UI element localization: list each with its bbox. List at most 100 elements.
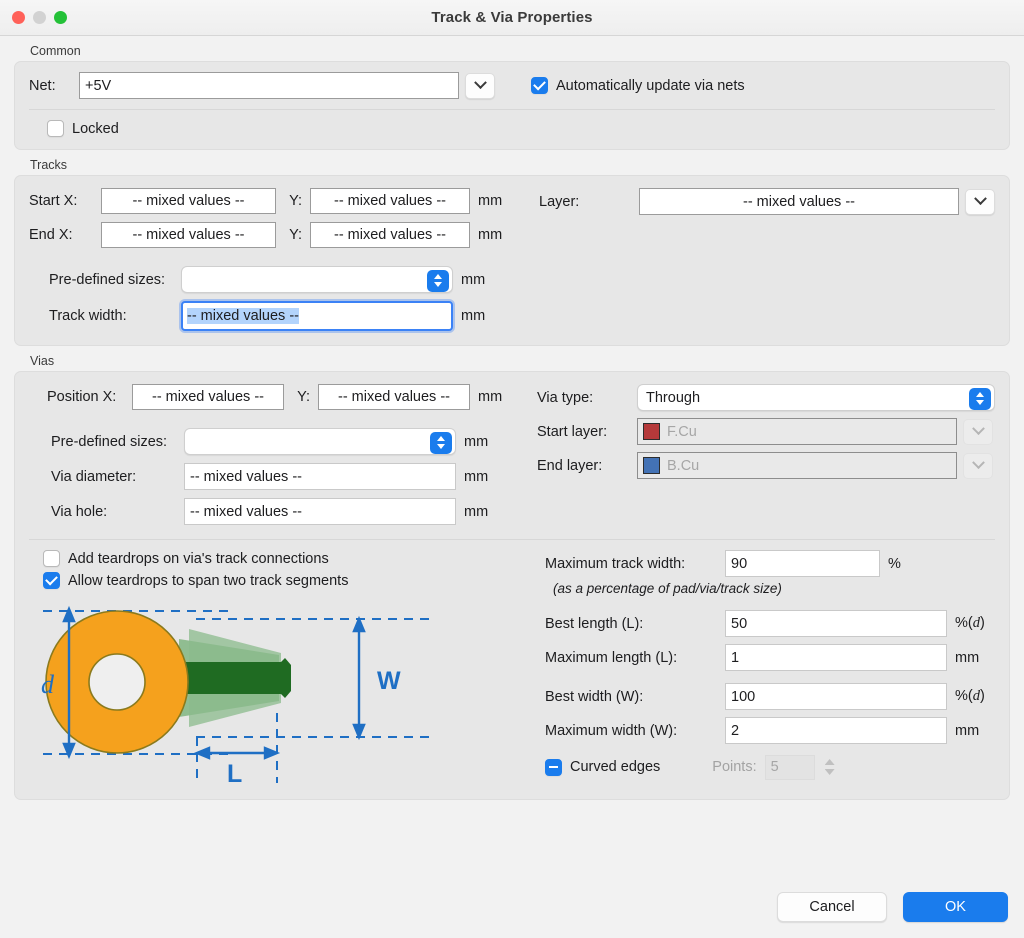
track-width-value: -- mixed values -- (187, 308, 299, 324)
window-controls (12, 11, 67, 24)
track-predefined-label: Pre-defined sizes: (49, 271, 166, 288)
via-diameter-label: Via diameter: (51, 468, 137, 485)
teardrops-section: Add teardrops on via's track connections… (29, 550, 995, 787)
via-diameter-input[interactable]: -- mixed values -- (184, 463, 456, 490)
net-label: Net: (29, 77, 56, 94)
end-y-input[interactable]: -- mixed values -- (310, 222, 470, 248)
dialog-content: Common Net: +5V Automatically update via… (0, 36, 1024, 800)
best-width-input[interactable]: 100 (725, 683, 947, 710)
via-predefined-select[interactable] (184, 428, 456, 455)
common-separator (29, 109, 995, 110)
track-layer-row: Layer: -- mixed values -- (539, 188, 995, 215)
track-end-row: End X: -- mixed values -- Y: -- mixed va… (29, 222, 523, 248)
vias-panel: Position X: -- mixed values -- Y: -- mix… (14, 371, 1010, 800)
points-stepper (821, 754, 839, 780)
teardrops-right-column: Maximum track width: 90 % (as a percenta… (539, 550, 995, 787)
end-layer-dropdown-button (963, 452, 993, 479)
teardrops-left-column: Add teardrops on via's track connections… (29, 550, 539, 787)
track-start-row: Start X: -- mixed values -- Y: -- mixed … (29, 188, 523, 214)
via-hole-unit: mm (464, 503, 489, 520)
percentage-note: (as a percentage of pad/via/track size) (553, 581, 782, 596)
points-label: Points: (712, 759, 757, 775)
track-predefined-select[interactable] (181, 266, 453, 293)
position-x-input[interactable]: -- mixed values -- (132, 384, 284, 410)
end-y-label: Y: (289, 227, 302, 243)
stepper-icon (430, 431, 452, 454)
position-unit-label: mm (478, 389, 503, 405)
locked-label: Locked (72, 120, 119, 137)
end-layer-label: End layer: (537, 457, 603, 474)
auto-update-via-nets-checkbox[interactable]: Automatically update via nets (531, 77, 745, 94)
net-input[interactable]: +5V (79, 72, 459, 99)
tracks-left-column: Start X: -- mixed values -- Y: -- mixed … (29, 188, 523, 331)
vias-group-label: Vias (30, 354, 55, 368)
max-width-unit: mm (955, 722, 980, 739)
zoom-button[interactable] (54, 11, 67, 24)
checkbox-box (47, 120, 64, 137)
start-unit-label: mm (478, 193, 503, 209)
via-type-label: Via type: (537, 389, 594, 406)
tracks-right-column: Layer: -- mixed values -- (523, 188, 995, 331)
start-layer-dropdown-button (963, 418, 993, 445)
span-two-segments-label: Allow teardrops to span two track segmen… (68, 572, 349, 589)
via-predefined-unit: mm (464, 433, 489, 450)
title-bar: Track & Via Properties (0, 0, 1024, 36)
track-width-row: Track width: -- mixed values -- mm (29, 301, 523, 331)
start-y-input[interactable]: -- mixed values -- (310, 188, 470, 214)
position-y-input[interactable]: -- mixed values -- (318, 384, 470, 410)
position-y-label: Y: (297, 389, 310, 405)
common-group-label: Common (30, 44, 81, 58)
dialog-footer: Cancel OK (0, 876, 1024, 938)
net-dropdown-button[interactable] (465, 72, 495, 99)
via-hole-label: Via hole: (51, 503, 108, 520)
best-length-label: Best length (L): (545, 615, 644, 632)
cancel-button[interactable]: Cancel (777, 892, 887, 922)
end-x-input[interactable]: -- mixed values -- (101, 222, 276, 248)
via-predefined-row: Pre-defined sizes: mm (29, 428, 521, 455)
end-layer-combo-input: B.Cu (637, 452, 957, 479)
span-two-segments-checkbox[interactable]: Allow teardrops to span two track segmen… (29, 572, 539, 589)
common-group: Common Net: +5V Automatically update via… (14, 44, 1010, 150)
layer-dropdown-button[interactable] (965, 188, 995, 215)
position-x-label: Position X: (47, 389, 117, 405)
chevron-down-icon (973, 192, 987, 206)
locked-checkbox[interactable]: Locked (29, 116, 995, 139)
window-title: Track & Via Properties (431, 9, 593, 26)
ok-button[interactable]: OK (903, 892, 1008, 922)
start-x-label: Start X: (29, 193, 78, 209)
chevron-down-icon (473, 76, 487, 90)
end-layer-value: B.Cu (667, 457, 700, 474)
stepper-up-icon (824, 759, 835, 765)
via-type-row: Via type: Through (537, 384, 995, 411)
end-layer-color-swatch (643, 457, 660, 474)
diagram-label-w: W (377, 667, 401, 695)
best-width-row: Best width (W): 100 %(d) (545, 683, 995, 710)
max-track-width-input[interactable]: 90 (725, 550, 880, 577)
start-x-input[interactable]: -- mixed values -- (101, 188, 276, 214)
checkbox-box (545, 758, 562, 776)
start-layer-label: Start layer: (537, 423, 608, 440)
max-width-input[interactable]: 2 (725, 717, 947, 744)
curved-edges-checkbox[interactable]: Curved edges (545, 758, 661, 776)
minimize-button[interactable] (33, 11, 46, 24)
best-length-input[interactable]: 50 (725, 610, 947, 637)
via-type-select[interactable]: Through (637, 384, 995, 411)
max-width-label: Maximum width (W): (545, 722, 678, 739)
max-length-label: Maximum length (L): (545, 649, 678, 666)
close-button[interactable] (12, 11, 25, 24)
max-width-row: Maximum width (W): 2 mm (545, 717, 995, 744)
via-hole-input[interactable]: -- mixed values -- (184, 498, 456, 525)
add-teardrops-checkbox[interactable]: Add teardrops on via's track connections (29, 550, 539, 567)
curved-edges-label: Curved edges (570, 759, 661, 775)
stepper-icon (969, 387, 991, 410)
add-teardrops-label: Add teardrops on via's track connections (68, 550, 329, 567)
best-length-row: Best length (L): 50 %(d) (545, 610, 995, 637)
layer-combo-input[interactable]: -- mixed values -- (639, 188, 959, 215)
max-length-input[interactable]: 1 (725, 644, 947, 671)
chevron-down-icon (971, 422, 985, 436)
stepper-icon (427, 269, 449, 292)
common-panel: Net: +5V Automatically update via nets L… (14, 61, 1010, 150)
track-via-properties-dialog: Track & Via Properties Common Net: +5V A… (0, 0, 1024, 938)
net-row: Net: +5V Automatically update via nets (29, 72, 995, 99)
track-width-input[interactable]: -- mixed values -- (181, 301, 453, 331)
